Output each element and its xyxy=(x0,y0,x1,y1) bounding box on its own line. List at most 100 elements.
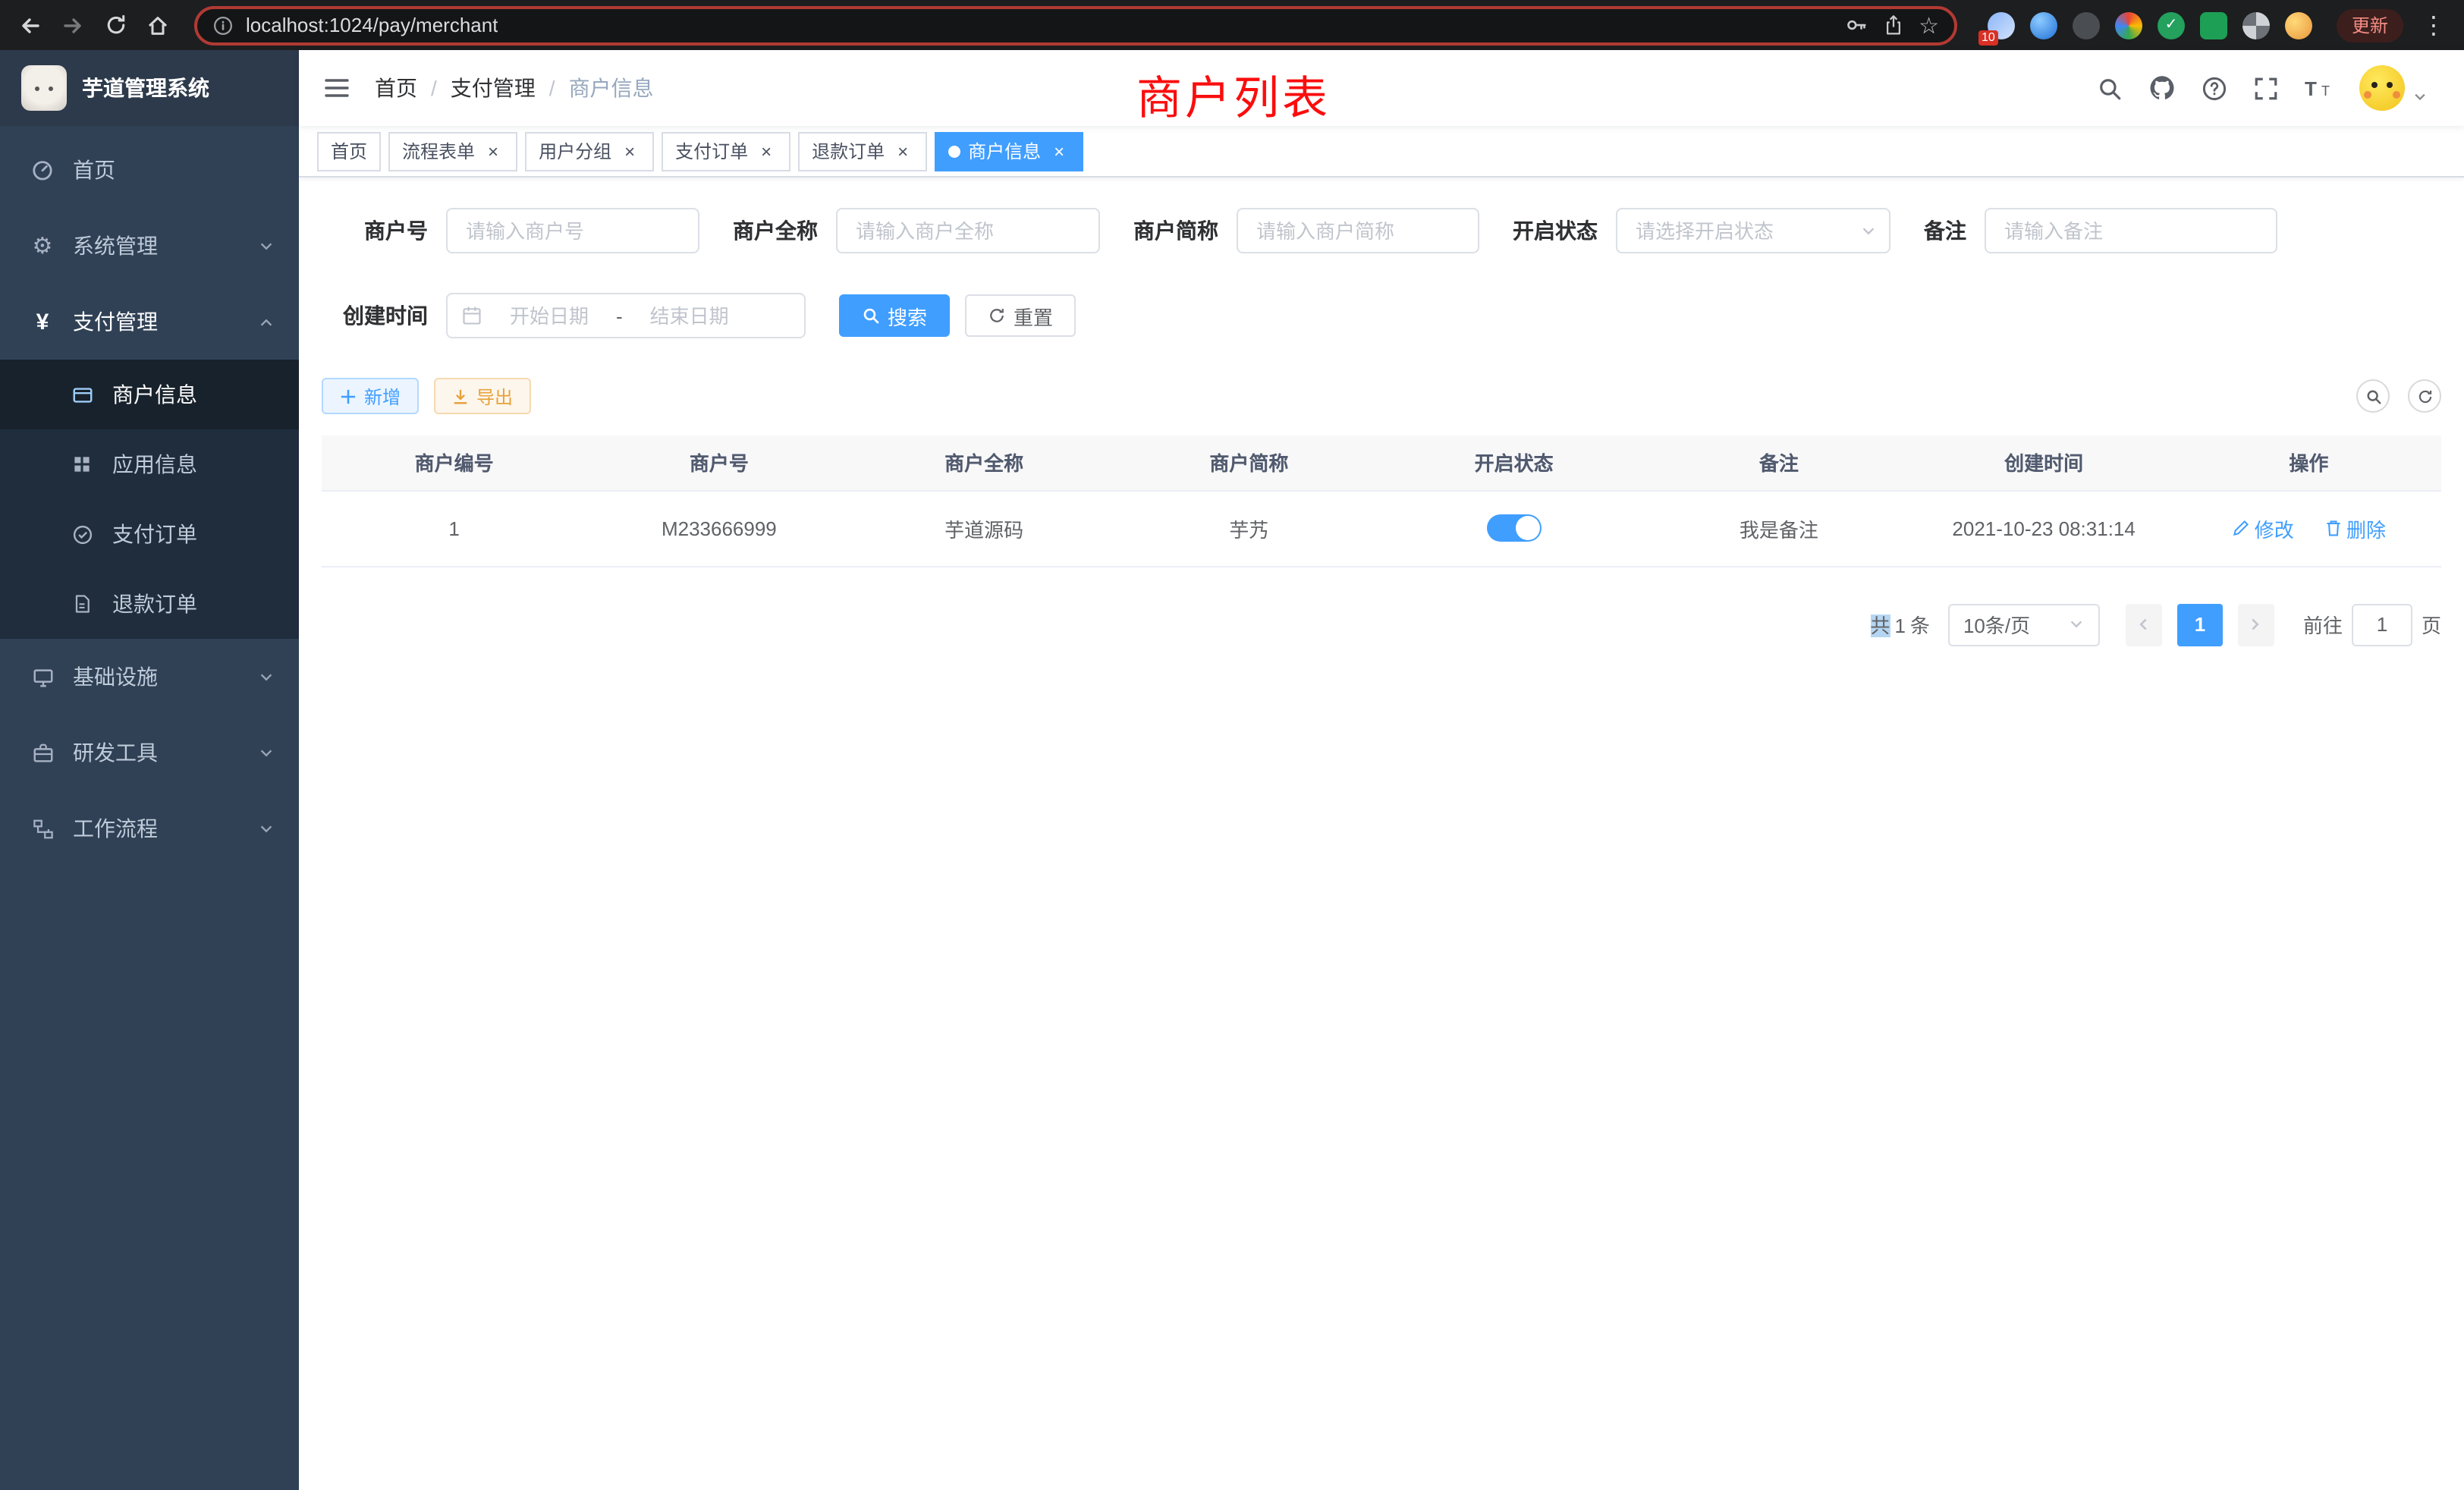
url-bar[interactable]: localhost:1024/pay/merchant ☆ xyxy=(194,5,1957,45)
goto-page-input[interactable] xyxy=(2352,603,2412,646)
browser-reload-icon[interactable] xyxy=(97,7,134,43)
yen-icon: ¥ xyxy=(30,309,55,335)
sidebar-toggle-button[interactable] xyxy=(323,76,350,100)
sidebar-item-system[interactable]: ⚙ 系统管理 xyxy=(0,208,299,284)
tab-pay-order[interactable]: 支付订单× xyxy=(662,131,790,171)
table-toolbar: 新增 导出 xyxy=(322,378,2441,414)
close-icon[interactable]: × xyxy=(756,140,777,162)
fullscreen-icon[interactable] xyxy=(2253,75,2279,101)
page-annotation: 商户列表 xyxy=(1136,61,1331,127)
close-icon[interactable]: × xyxy=(892,140,913,162)
order-icon xyxy=(70,523,94,545)
merchant-no-input[interactable] xyxy=(446,208,699,253)
browser-back-icon[interactable] xyxy=(12,7,49,43)
sidebar-item-refund-order[interactable]: 退款订单 xyxy=(0,569,299,639)
tab-refund-order[interactable]: 退款订单× xyxy=(798,131,927,171)
cell-full-name: 芋道源码 xyxy=(852,490,1117,566)
search-button[interactable]: 搜索 xyxy=(839,294,950,337)
add-button[interactable]: 新增 xyxy=(322,378,419,414)
site-info-icon[interactable] xyxy=(212,14,234,36)
sidebar-item-pay-order[interactable]: 支付订单 xyxy=(0,499,299,569)
status-select[interactable] xyxy=(1616,208,1890,253)
browser-chrome: localhost:1024/pay/merchant ☆ 10 ✓ 更新 ⋮ xyxy=(0,0,2464,50)
pagination-total: 共1条 xyxy=(1870,610,1930,639)
short-name-input[interactable] xyxy=(1237,208,1479,253)
export-button[interactable]: 导出 xyxy=(434,378,531,414)
tab-process-form[interactable]: 流程表单× xyxy=(388,131,517,171)
page-content: 商户号 商户全称 商户简称 开启状态 xyxy=(299,178,2464,1490)
font-size-icon[interactable]: TT xyxy=(2305,77,2334,99)
extension-icon[interactable] xyxy=(2030,11,2057,39)
field-status: 开启状态 xyxy=(1513,208,1890,253)
breadcrumb-home[interactable]: 首页 xyxy=(375,73,417,103)
tab-home[interactable]: 首页 xyxy=(317,131,381,171)
col-merchant-id: 商户编号 xyxy=(322,435,586,490)
close-icon[interactable]: × xyxy=(482,140,504,162)
help-icon[interactable] xyxy=(2202,75,2227,101)
extension-icon[interactable] xyxy=(2200,11,2227,39)
next-page-button[interactable] xyxy=(2238,603,2274,646)
chevron-down-icon xyxy=(258,744,275,761)
field-full-name: 商户全称 xyxy=(733,208,1100,253)
search-icon[interactable] xyxy=(2097,75,2123,101)
extension-icon[interactable]: ✓ xyxy=(2158,11,2185,39)
extension-icon[interactable] xyxy=(2115,11,2142,39)
sidebar-item-home[interactable]: 首页 xyxy=(0,132,299,208)
edit-link[interactable]: 修改 xyxy=(2232,514,2294,542)
full-name-input[interactable] xyxy=(836,208,1100,253)
share-icon[interactable] xyxy=(1882,14,1903,36)
tab-user-group[interactable]: 用户分组× xyxy=(525,131,654,171)
tab-merchant-info[interactable]: 商户信息× xyxy=(935,131,1083,171)
browser-home-icon[interactable] xyxy=(140,7,176,43)
logo-image xyxy=(21,65,67,111)
field-create-time: 创建时间 - xyxy=(322,293,806,338)
sidebar-item-merchant-info[interactable]: 商户信息 xyxy=(0,360,299,429)
user-menu[interactable] xyxy=(2359,65,2428,111)
github-icon[interactable] xyxy=(2148,74,2176,102)
toggle-search-button[interactable] xyxy=(2356,379,2390,413)
sidebar-item-dev-tools[interactable]: 研发工具 xyxy=(0,715,299,791)
browser-forward-icon[interactable] xyxy=(55,7,91,43)
status-toggle[interactable] xyxy=(1487,514,1542,542)
payment-submenu: 商户信息 应用信息 支付订单 退款订单 xyxy=(0,360,299,639)
browser-update-button[interactable]: 更新 xyxy=(2337,8,2403,42)
extension-icon[interactable] xyxy=(2073,11,2100,39)
reset-button[interactable]: 重置 xyxy=(965,294,1076,337)
chevron-up-icon xyxy=(258,313,275,330)
end-date-input[interactable] xyxy=(632,304,747,327)
bookmark-star-icon[interactable]: ☆ xyxy=(1919,11,1939,39)
sidebar-item-app-info[interactable]: 应用信息 xyxy=(0,429,299,499)
extension-icon[interactable] xyxy=(2242,11,2270,39)
filter-row-1: 商户号 商户全称 商户简称 开启状态 xyxy=(322,208,2441,253)
browser-menu-icon[interactable]: ⋮ xyxy=(2415,7,2452,43)
screen: localhost:1024/pay/merchant ☆ 10 ✓ 更新 ⋮ xyxy=(0,0,2464,1490)
refresh-button[interactable] xyxy=(2408,379,2441,413)
col-merchant-no: 商户号 xyxy=(586,435,851,490)
close-icon[interactable]: × xyxy=(619,140,640,162)
date-range-picker[interactable]: - xyxy=(446,293,806,338)
extension-icon[interactable]: 10 xyxy=(1988,11,2015,39)
password-key-icon[interactable] xyxy=(1844,14,1867,36)
avatar[interactable] xyxy=(2359,65,2405,111)
gear-icon: ⚙ xyxy=(30,232,55,259)
merchant-table: 商户编号 商户号 商户全称 商户简称 开启状态 备注 创建时间 操作 1 xyxy=(322,435,2441,567)
sidebar-item-infrastructure[interactable]: 基础设施 xyxy=(0,639,299,715)
sidebar-item-payment[interactable]: ¥ 支付管理 xyxy=(0,284,299,360)
dashboard-icon xyxy=(30,158,55,182)
delete-link[interactable]: 删除 xyxy=(2324,514,2386,542)
cell-status xyxy=(1381,490,1646,566)
app-logo[interactable]: 芋道管理系统 xyxy=(0,50,299,126)
sidebar-menu: 首页 ⚙ 系统管理 ¥ 支付管理 商户信息 xyxy=(0,126,299,866)
breadcrumb-separator: / xyxy=(431,76,437,100)
extension-icon[interactable] xyxy=(2285,11,2312,39)
page-size-select[interactable]: 10条/页 xyxy=(1948,603,2100,646)
table-header-row: 商户编号 商户号 商户全称 商户简称 开启状态 备注 创建时间 操作 xyxy=(322,435,2441,490)
page-number-button[interactable]: 1 xyxy=(2177,603,2223,646)
date-separator: - xyxy=(616,304,623,327)
sidebar-item-workflow[interactable]: 工作流程 xyxy=(0,791,299,866)
breadcrumb-section[interactable]: 支付管理 xyxy=(451,73,536,103)
remark-input[interactable] xyxy=(1985,208,2277,253)
prev-page-button[interactable] xyxy=(2126,603,2162,646)
close-icon[interactable]: × xyxy=(1048,140,1070,162)
start-date-input[interactable] xyxy=(492,304,607,327)
